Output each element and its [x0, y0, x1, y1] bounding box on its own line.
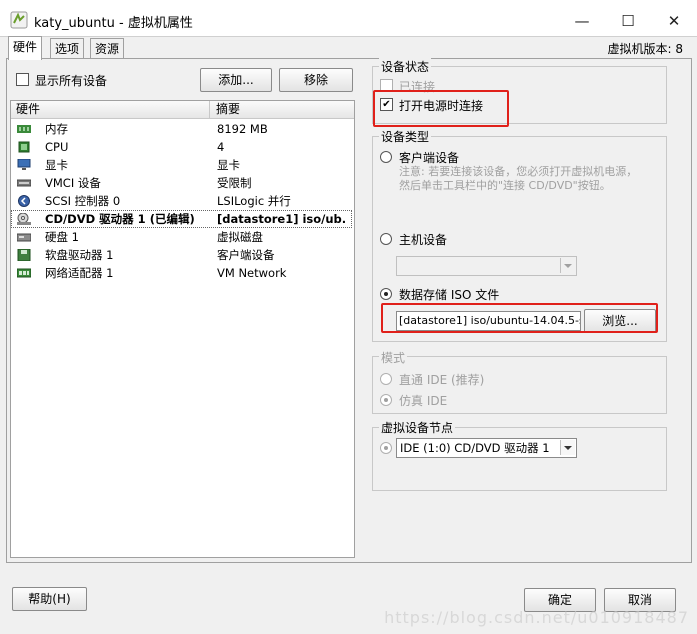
tab-resources[interactable]: 资源 — [90, 38, 125, 59]
help-button[interactable]: 帮助(H) — [12, 587, 87, 611]
close-button[interactable]: ✕ — [652, 6, 696, 36]
scsi-icon — [18, 195, 30, 207]
device-summary: 8192 MB — [217, 122, 268, 136]
floppy-icon — [17, 249, 31, 261]
client-device-label: 客户端设备 — [399, 151, 460, 165]
device-row-vmci[interactable]: VMCI 设备 受限制 — [11, 174, 352, 192]
mode-group-label: 模式 — [379, 349, 408, 366]
minimize-button[interactable]: — — [560, 6, 604, 36]
device-summary: VM Network — [217, 266, 287, 280]
device-type-group-label: 设备类型 — [379, 128, 432, 145]
show-all-devices-checkbox[interactable] — [16, 73, 29, 86]
passthrough-ide-radio[interactable] — [380, 373, 392, 385]
device-row-cdrom[interactable]: CD/DVD 驱动器 1 (已编辑) [datastore1] iso/ub..… — [11, 210, 352, 228]
title-bar: katy_ubuntu - 虚拟机属性 — ☐ ✕ — [0, 0, 697, 40]
virtual-device-node-group-label: 虚拟设备节点 — [379, 419, 456, 436]
cpu-icon — [18, 141, 30, 153]
device-summary: [datastore1] iso/ub... — [217, 212, 347, 226]
device-row-memory[interactable]: 内存 8192 MB — [11, 120, 352, 138]
device-name: 软盘驱动器 1 — [45, 248, 114, 262]
column-header-summary[interactable]: 摘要 — [216, 102, 240, 117]
highlight-annotation-iso — [381, 303, 658, 333]
virtual-device-node-dropdown[interactable]: IDE (1:0) CD/DVD 驱动器 1 — [396, 438, 577, 458]
vm-version-label: 虚拟机版本: 8 — [607, 42, 684, 56]
column-divider[interactable] — [209, 101, 210, 118]
device-summary: LSILogic 并行 — [217, 194, 291, 208]
watermark-text: https://blog.csdn.net/u010918487 — [384, 608, 689, 627]
device-row-network[interactable]: 网络适配器 1 VM Network — [11, 264, 352, 282]
device-name: CPU — [45, 140, 69, 154]
display-icon — [17, 159, 31, 170]
emulate-ide-radio[interactable] — [380, 394, 392, 406]
vsphere-app-icon — [10, 11, 28, 29]
maximize-button[interactable]: ☐ — [606, 6, 650, 36]
host-device-radio[interactable] — [380, 233, 392, 245]
window-title: katy_ubuntu - 虚拟机属性 — [34, 16, 193, 31]
list-header: 硬件 摘要 — [11, 101, 354, 119]
virtual-device-node-group — [372, 427, 667, 491]
device-row-hard-disk[interactable]: 硬盘 1 虚拟磁盘 — [11, 228, 352, 246]
client-device-radio[interactable] — [380, 151, 392, 163]
client-device-note: 注意: 若要连接该设备，您必须打开虚拟机电源，然后单击工具栏中的"连接 CD/D… — [399, 165, 638, 192]
host-device-dropdown[interactable] — [396, 256, 577, 276]
column-header-hardware[interactable]: 硬件 — [16, 102, 40, 117]
device-name: 硬盘 1 — [45, 230, 79, 244]
device-row-cpu[interactable]: CPU 4 — [11, 138, 352, 156]
device-row-video-card[interactable]: 显卡 显卡 — [11, 156, 352, 174]
device-row-floppy[interactable]: 软盘驱动器 1 客户端设备 — [11, 246, 352, 264]
show-all-devices-label: 显示所有设备 — [35, 74, 108, 88]
cdrom-icon — [17, 213, 31, 225]
virtual-device-node-radio — [380, 442, 392, 454]
device-summary: 4 — [217, 140, 225, 154]
device-name: SCSI 控制器 0 — [45, 194, 121, 208]
device-row-scsi[interactable]: SCSI 控制器 0 LSILogic 并行 — [11, 192, 352, 210]
chevron-down-icon — [560, 258, 575, 273]
disk-icon — [17, 233, 31, 242]
host-device-label: 主机设备 — [399, 233, 448, 247]
emulate-ide-label: 仿真 IDE — [399, 394, 448, 408]
device-name: VMCI 设备 — [45, 176, 101, 190]
remove-button[interactable]: 移除 — [279, 68, 353, 92]
device-name: CD/DVD 驱动器 1 (已编辑) — [45, 212, 195, 226]
hardware-device-list: 硬件 摘要 内存 8192 MB CPU 4 显卡 显卡 VMCI 设备 受限制… — [10, 100, 355, 558]
memory-icon — [17, 125, 31, 133]
virtual-device-node-value: IDE (1:0) CD/DVD 驱动器 1 — [400, 441, 550, 455]
datastore-iso-label: 数据存储 ISO 文件 — [399, 288, 500, 302]
device-summary: 受限制 — [217, 176, 252, 190]
highlight-annotation-power-on — [373, 90, 509, 127]
tab-options[interactable]: 选项 — [50, 38, 85, 59]
add-button[interactable]: 添加... — [200, 68, 272, 92]
device-summary: 客户端设备 — [217, 248, 275, 262]
vmci-icon — [17, 179, 31, 187]
network-icon — [17, 268, 31, 278]
device-name: 显卡 — [45, 158, 68, 172]
chevron-down-icon — [560, 440, 575, 455]
passthrough-ide-label: 直通 IDE (推荐) — [399, 373, 485, 387]
device-summary: 虚拟磁盘 — [217, 230, 263, 244]
device-summary: 显卡 — [217, 158, 240, 172]
device-name: 网络适配器 1 — [45, 266, 114, 280]
device-name: 内存 — [45, 122, 68, 136]
datastore-iso-radio[interactable] — [380, 288, 392, 300]
tab-hardware[interactable]: 硬件 — [8, 36, 43, 60]
device-status-group-label: 设备状态 — [379, 58, 432, 75]
